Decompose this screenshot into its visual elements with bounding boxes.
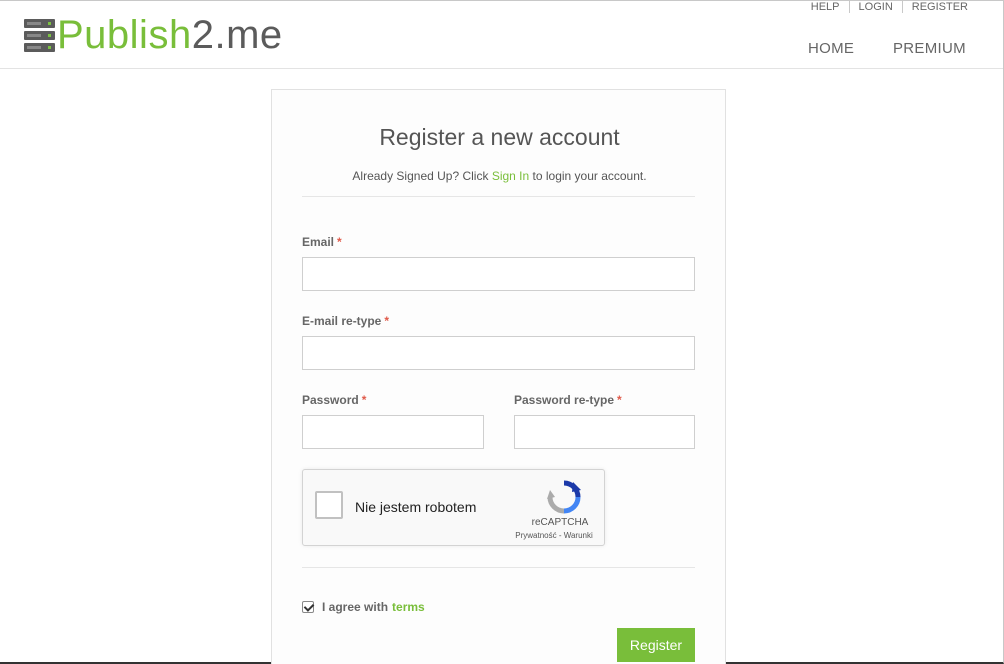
page-title: Register a new account xyxy=(379,124,620,150)
email-retype-label: E-mail re-type * xyxy=(302,314,389,328)
required-mark: * xyxy=(361,393,367,407)
signin-prompt: Already Signed Up? Click Sign In to logi… xyxy=(272,169,727,183)
required-mark: * xyxy=(384,314,390,328)
email-label-text: Email xyxy=(302,235,335,249)
terms-agreement: I agree with terms xyxy=(302,600,425,614)
recaptcha-widget: Nie jestem robotem reCAPTCHA Prywatność … xyxy=(302,469,605,546)
agree-text: I agree with xyxy=(322,600,389,614)
register-card: Register a new account Already Signed Up… xyxy=(271,89,726,664)
divider xyxy=(302,196,695,197)
terms-link[interactable]: terms xyxy=(392,600,425,614)
password-retype-field[interactable] xyxy=(514,415,695,449)
site-logo[interactable]: Publish2.me xyxy=(24,15,283,55)
logo-text-primary: Publish xyxy=(57,13,192,57)
register-button[interactable]: Register xyxy=(617,628,695,662)
email-retype-label-text: E-mail re-type xyxy=(302,314,382,328)
site-header: Publish2.me HELP LOGIN REGISTER HOME PRE… xyxy=(0,1,1003,69)
password-field[interactable] xyxy=(302,415,484,449)
nav-premium[interactable]: PREMIUM xyxy=(893,40,966,57)
recaptcha-links[interactable]: Prywatność - Warunki xyxy=(503,531,605,540)
register-link[interactable]: REGISTER xyxy=(901,1,968,13)
password-label-text: Password xyxy=(302,393,359,407)
recaptcha-checkbox[interactable] xyxy=(315,491,343,519)
help-link[interactable]: HELP xyxy=(802,1,849,13)
email-field[interactable] xyxy=(302,257,695,291)
server-stack-icon xyxy=(24,18,55,52)
recaptcha-label: Nie jestem robotem xyxy=(355,499,477,515)
agree-checkbox[interactable] xyxy=(302,601,314,613)
required-mark: * xyxy=(337,235,342,249)
divider xyxy=(302,567,695,568)
password-retype-label-text: Password re-type xyxy=(514,393,615,407)
password-retype-label: Password re-type * xyxy=(514,393,622,407)
top-links: HELP LOGIN REGISTER xyxy=(802,1,968,13)
login-link[interactable]: LOGIN xyxy=(848,1,902,13)
signin-link[interactable]: Sign In xyxy=(492,169,529,183)
recaptcha-logo-icon xyxy=(547,480,581,514)
signin-prompt-after: to login your account. xyxy=(529,169,647,183)
email-label: Email * xyxy=(302,235,342,249)
password-label: Password * xyxy=(302,393,366,407)
logo-text: Publish2.me xyxy=(57,15,283,55)
recaptcha-brand: reCAPTCHA xyxy=(531,517,589,528)
logo-text-secondary: 2.me xyxy=(191,13,283,57)
email-retype-field[interactable] xyxy=(302,336,695,370)
signin-prompt-before: Already Signed Up? Click xyxy=(352,169,492,183)
nav-home[interactable]: HOME xyxy=(808,40,854,57)
required-mark: * xyxy=(617,393,622,407)
